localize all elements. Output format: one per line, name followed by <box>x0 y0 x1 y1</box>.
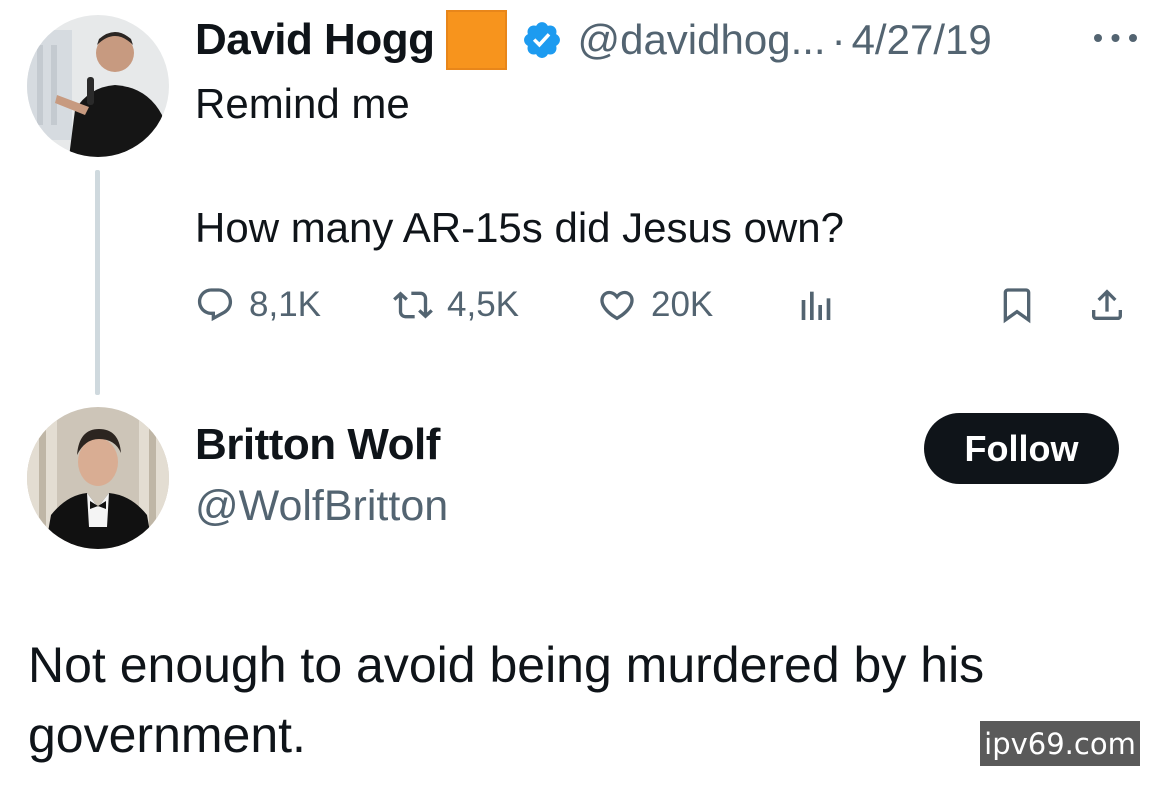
avatar-britton-wolf[interactable] <box>27 407 169 549</box>
reply-author-display-name[interactable]: Britton Wolf <box>195 420 440 470</box>
bar-chart-icon <box>801 291 831 320</box>
retweet-icon <box>393 291 433 319</box>
share-icon <box>1092 289 1122 320</box>
thread-connector-line <box>95 170 100 395</box>
more-horizontal-icon[interactable] <box>1093 33 1138 43</box>
avatar-david-hogg[interactable] <box>27 15 169 157</box>
bookmark-icon <box>1003 288 1031 324</box>
like-count: 20K <box>651 285 714 324</box>
views-button[interactable] <box>795 280 835 330</box>
share-button[interactable] <box>1087 280 1127 330</box>
bookmark-button[interactable] <box>997 280 1037 330</box>
author-display-name[interactable]: David Hogg <box>195 15 435 65</box>
tweet-header: David Hogg @davidhog... · 4/27/19 <box>195 10 992 70</box>
reply-count: 8,1K <box>249 285 321 324</box>
heart-icon <box>600 290 634 321</box>
like-button[interactable]: 20K <box>597 280 713 330</box>
author-handle[interactable]: @davidhog... <box>577 16 825 64</box>
separator-dot: · <box>831 16 846 63</box>
reply-button[interactable]: 8,1K <box>195 280 321 330</box>
retweet-button[interactable]: 4,5K <box>393 280 519 330</box>
reply-bubble-icon <box>197 288 233 322</box>
watermark: ipv69.com <box>980 721 1140 766</box>
tweet-text-line: Remind me <box>195 80 410 127</box>
follow-button[interactable]: Follow <box>924 413 1119 484</box>
reply-author-handle[interactable]: @WolfBritton <box>195 482 448 531</box>
tweet-date[interactable]: 4/27/19 <box>852 16 992 64</box>
tweet-text-line: How many AR-15s did Jesus own? <box>195 204 844 251</box>
reply-tweet-text: Not enough to avoid being murdered by hi… <box>28 637 985 763</box>
retweet-count: 4,5K <box>447 285 519 324</box>
tweet-action-bar: 8,1K 4,5K 20K <box>195 280 1140 330</box>
orange-square-emoji <box>446 10 508 70</box>
verified-badge-icon <box>521 19 563 61</box>
